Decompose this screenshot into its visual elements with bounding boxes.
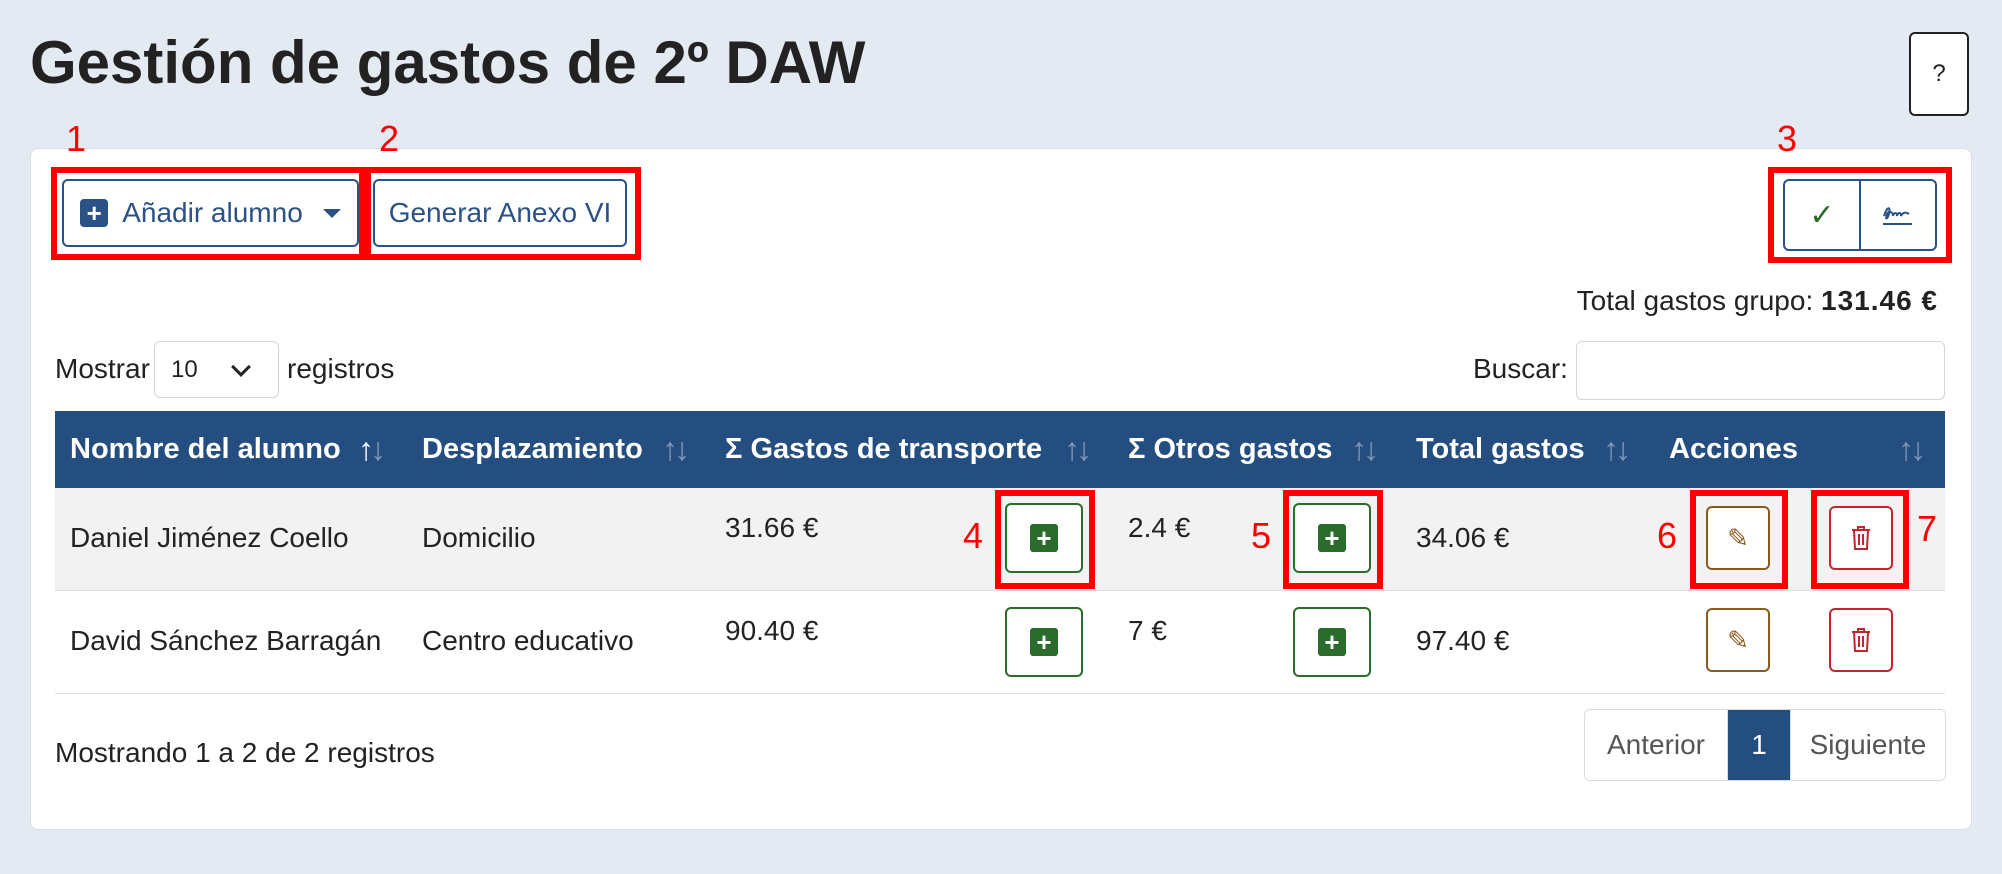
transport-expenses: 90.40 €	[725, 615, 819, 646]
annotation-box-1	[51, 167, 365, 260]
next-page-button[interactable]: Siguiente	[1790, 710, 1945, 780]
travel-type: Centro educativo	[422, 625, 634, 656]
page-title: Gestión de gastos de 2º DAW	[30, 29, 866, 96]
group-total-label: Total gastos grupo:	[1576, 285, 1814, 316]
chevron-down-icon	[231, 357, 251, 377]
search-input[interactable]	[1576, 341, 1945, 400]
group-total: Total gastos grupo: 131.46 €	[1577, 285, 1938, 317]
previous-page-button[interactable]: Anterior	[1585, 710, 1728, 780]
current-page-button[interactable]: 1	[1728, 710, 1790, 780]
add-other-expense-button[interactable]: +	[1293, 607, 1371, 677]
trash-icon	[1852, 628, 1870, 652]
other-expenses: 2.4 €	[1128, 512, 1191, 543]
annotation-box-2	[365, 167, 641, 260]
annotation-box-4	[995, 490, 1095, 589]
plus-icon: +	[1318, 628, 1346, 656]
annotation-box-7	[1811, 490, 1909, 589]
transport-expenses: 31.66 €	[725, 512, 819, 543]
plus-icon: +	[1030, 628, 1058, 656]
col-header-transport[interactable]: Σ Gastos de transporte	[725, 411, 1042, 488]
page-size-select[interactable]: 10	[154, 341, 279, 398]
student-name: Daniel Jiménez Coello	[70, 522, 349, 553]
add-transport-expense-button[interactable]: +	[1005, 607, 1083, 677]
group-total-value: 131.46 €	[1821, 285, 1938, 316]
sort-icon[interactable]: ↑↓	[1351, 431, 1379, 468]
pencil-icon: ✎	[1727, 624, 1749, 655]
table-row: David Sánchez Barragán Centro educativo …	[55, 591, 1945, 694]
total-expenses: 97.40 €	[1416, 625, 1510, 656]
annotation-number: 3	[1777, 118, 1798, 159]
annotation-number: 5	[1251, 515, 1272, 556]
records-label: registros	[287, 353, 395, 384]
sort-icon[interactable]: ↑↓	[1064, 431, 1092, 468]
col-header-total[interactable]: Total gastos	[1416, 411, 1585, 488]
search-label: Buscar:	[1473, 353, 1568, 384]
annotation-box-3	[1768, 167, 1952, 263]
col-header-other[interactable]: Σ Otros gastos	[1128, 411, 1332, 488]
sort-icon[interactable]: ↑↓	[1898, 431, 1926, 468]
other-expenses: 7 €	[1128, 615, 1167, 646]
help-button[interactable]: ?	[1909, 32, 1969, 116]
table-info: Mostrando 1 a 2 de 2 registros	[55, 737, 435, 768]
annotation-number: 4	[963, 515, 984, 556]
pagination: Anterior 1 Siguiente	[1584, 709, 1946, 781]
sort-icon[interactable]: ↑↓	[662, 431, 690, 468]
delete-button[interactable]	[1829, 608, 1893, 672]
edit-button[interactable]: ✎	[1706, 608, 1770, 672]
page-size-value: 10	[171, 355, 198, 383]
col-header-name[interactable]: Nombre del alumno	[70, 411, 341, 488]
sort-icon[interactable]: ↑↓	[1603, 431, 1631, 468]
travel-type: Domicilio	[422, 522, 536, 553]
annotation-number: 2	[379, 118, 400, 159]
student-name: David Sánchez Barragán	[70, 625, 382, 656]
annotation-number: 7	[1917, 508, 1938, 549]
table-header: Nombre del alumno ↑↓ Desplazamiento ↑↓ Σ…	[55, 411, 1945, 488]
annotation-number: 1	[66, 118, 87, 159]
col-header-actions[interactable]: Acciones	[1669, 411, 1798, 488]
annotation-box-6	[1690, 490, 1788, 589]
annotation-box-5	[1283, 490, 1383, 589]
sort-asc-icon[interactable]: ↑↓	[358, 431, 386, 468]
show-label: Mostrar	[55, 353, 150, 384]
total-expenses: 34.06 €	[1416, 522, 1510, 553]
col-header-travel[interactable]: Desplazamiento	[422, 411, 643, 488]
annotation-number: 6	[1657, 515, 1678, 556]
